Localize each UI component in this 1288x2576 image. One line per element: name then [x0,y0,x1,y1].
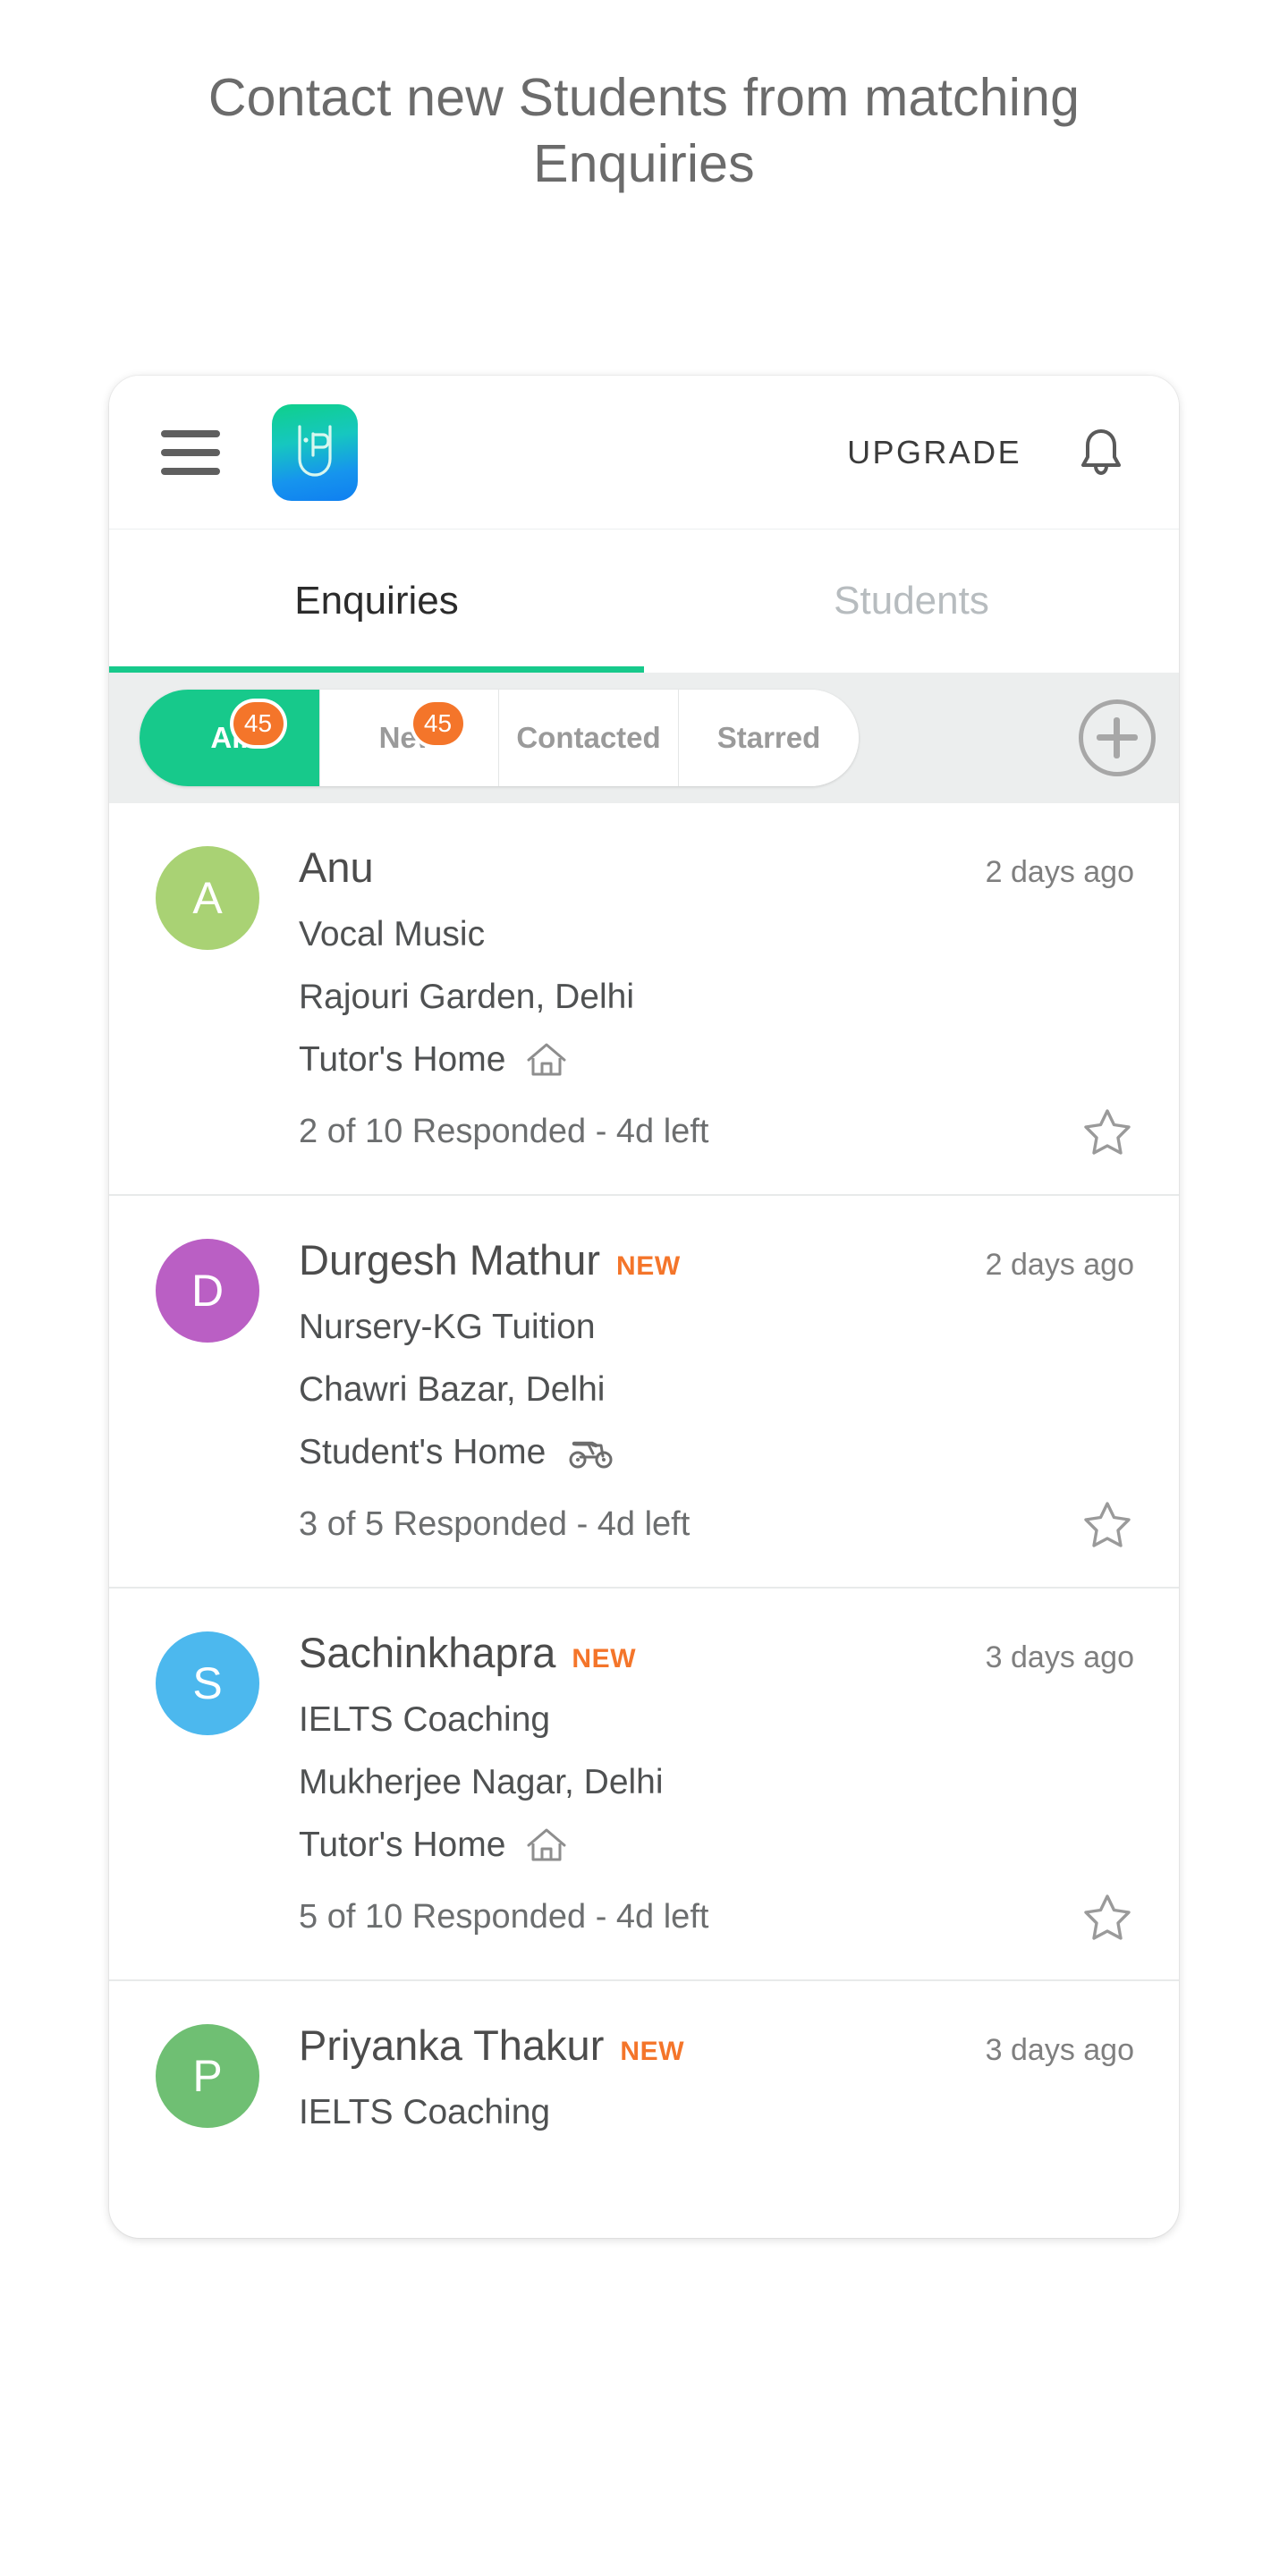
filter-chip-group: All 45 New 45 Contacted Starred [140,690,859,786]
response-status: 3 of 5 Responded - 4d left [299,1504,691,1543]
response-row: 5 of 10 Responded - 4d left [299,1890,1134,1944]
hamburger-line [161,429,220,437]
star-outline-icon[interactable] [1080,1890,1134,1944]
subject: Nursery-KG Tuition [299,1308,596,1346]
student-name: Priyanka Thakur [299,2021,605,2069]
tab-students[interactable]: Students [644,530,1179,673]
filter-chip-all-count: 45 [233,702,284,745]
avatar: P [156,2024,259,2128]
tab-enquiries[interactable]: Enquiries [109,530,644,673]
student-name: Sachinkhapra [299,1629,556,1676]
subject: IELTS Coaching [299,1700,551,1739]
list-item[interactable]: A Anu 2 days ago Vocal Music Rajouri Gar… [109,803,1179,1196]
scooter-icon [565,1433,615,1472]
class-mode-label: Tutor's Home [299,1040,506,1079]
timestamp: 3 days ago [985,1640,1134,1674]
response-row: 3 of 5 Responded - 4d left [299,1497,1134,1551]
avatar: A [156,846,259,950]
home-icon [525,1826,568,1865]
list-item-header: Durgesh Mathur NEW 2 days ago [299,1235,1134,1284]
phone-mockup: UPGRADE Enquiries Students All 45 New 45… [109,376,1179,2238]
hamburger-line [161,448,220,456]
avatar-initial: P [192,2051,223,2101]
class-mode: Tutor's Home [299,1040,1134,1080]
avatar-initial: A [192,873,223,923]
filter-chip-new[interactable]: New 45 [320,690,499,786]
list-item-header: Anu 2 days ago [299,843,1134,892]
subject: Vocal Music [299,915,486,953]
avatar: D [156,1239,259,1343]
list-item-header: Priyanka Thakur NEW 3 days ago [299,2021,1134,2070]
list-item-body: Anu 2 days ago Vocal Music Rajouri Garde… [259,843,1134,1158]
filter-bar: All 45 New 45 Contacted Starred [109,673,1179,803]
home-icon [525,1040,568,1080]
filter-chip-new-count: 45 [412,702,463,745]
class-mode-label: Tutor's Home [299,1826,506,1864]
plus-circle-icon[interactable] [1079,699,1156,776]
list-item-body: Sachinkhapra NEW 3 days ago IELTS Coachi… [259,1628,1134,1944]
hamburger-line [161,467,220,475]
hamburger-menu-icon[interactable] [161,429,220,475]
location: Chawri Bazar, Delhi [299,1370,606,1409]
list-item-header: Sachinkhapra NEW 3 days ago [299,1628,1134,1677]
new-badge: NEW [572,1644,637,1674]
new-badge: NEW [616,1251,681,1281]
avatar-initial: S [192,1658,223,1708]
class-mode: Tutor's Home [299,1826,1134,1865]
avatar: S [156,1631,259,1735]
list-item[interactable]: P Priyanka Thakur NEW 3 days ago IELTS C… [109,1981,1179,2168]
star-outline-icon[interactable] [1080,1497,1134,1551]
page-root: Contact new Students from matching Enqui… [0,0,1288,2576]
location: Rajouri Garden, Delhi [299,978,635,1016]
list-item[interactable]: S Sachinkhapra NEW 3 days ago IELTS Coac… [109,1589,1179,1981]
location: Mukherjee Nagar, Delhi [299,1763,664,1801]
student-name: Anu [299,843,374,891]
avatar-initial: D [191,1266,225,1316]
list-item-body: Priyanka Thakur NEW 3 days ago IELTS Coa… [259,2021,1134,2132]
class-mode: Student's Home [299,1433,1134,1472]
timestamp: 3 days ago [985,2033,1134,2067]
class-mode-label: Student's Home [299,1433,547,1471]
subject: IELTS Coaching [299,2093,551,2131]
page-title: Contact new Students from matching Enqui… [208,68,1080,194]
new-badge: NEW [620,2037,685,2066]
response-status: 2 of 10 Responded - 4d left [299,1112,709,1150]
enquiry-list: A Anu 2 days ago Vocal Music Rajouri Gar… [109,803,1179,2168]
filter-chip-contacted[interactable]: Contacted [499,690,679,786]
notification-bell-icon[interactable] [1072,423,1131,482]
timestamp: 2 days ago [985,855,1134,889]
list-item-body: Durgesh Mathur NEW 2 days ago Nursery-KG… [259,1235,1134,1551]
star-outline-icon[interactable] [1080,1105,1134,1158]
urbanpro-logo-icon[interactable] [272,403,358,501]
tab-bar: Enquiries Students [109,530,1179,673]
list-item[interactable]: D Durgesh Mathur NEW 2 days ago Nursery-… [109,1196,1179,1589]
upgrade-button[interactable]: UPGRADE [847,434,1021,471]
app-bar: UPGRADE [109,376,1179,530]
response-status: 5 of 10 Responded - 4d left [299,1897,709,1936]
timestamp: 2 days ago [985,1248,1134,1282]
filter-chip-starred[interactable]: Starred [679,690,859,786]
filter-chip-all[interactable]: All 45 [140,690,320,786]
response-row: 2 of 10 Responded - 4d left [299,1105,1134,1158]
student-name: Durgesh Mathur [299,1236,600,1284]
